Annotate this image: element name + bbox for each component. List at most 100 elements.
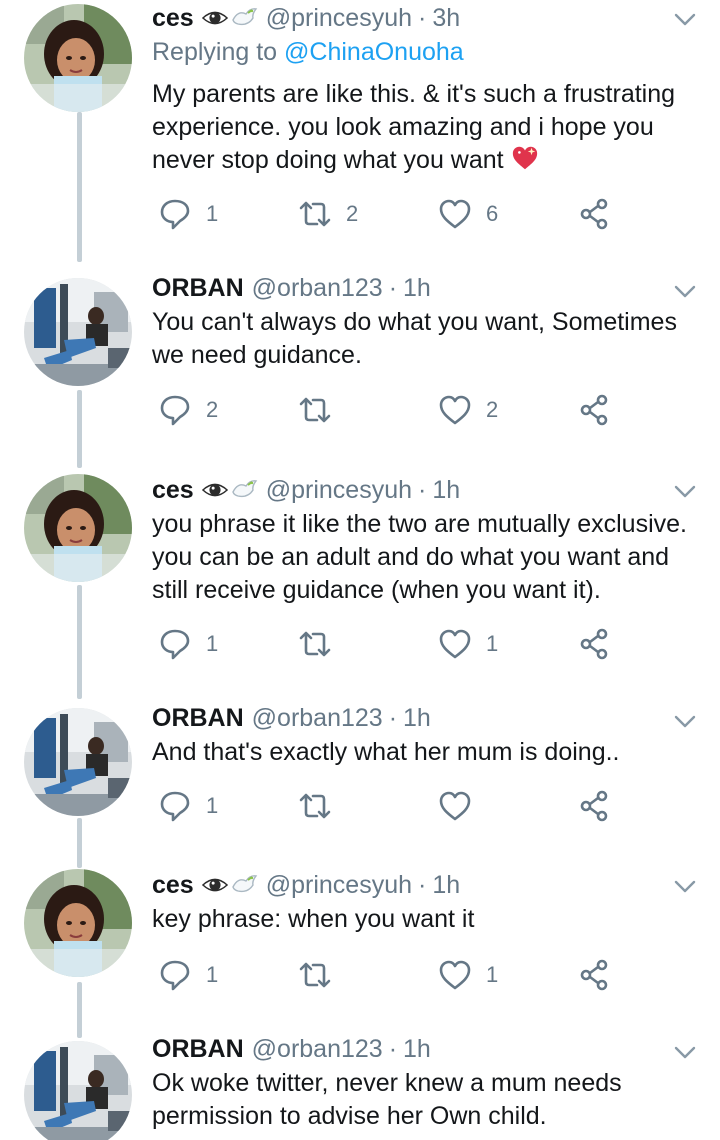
handle[interactable]: @orban123: [252, 704, 383, 733]
dove-icon: [230, 6, 258, 30]
tweet-actions: 1 1: [152, 955, 622, 995]
timestamp[interactable]: 1h: [432, 476, 460, 505]
share-button[interactable]: [578, 624, 612, 664]
avatar[interactable]: [24, 708, 132, 816]
tweet-actions: 1: [152, 786, 622, 826]
replying-to: Replying to @ChinaOnuoha: [152, 38, 464, 66]
reply-icon: [158, 789, 192, 823]
reply-button[interactable]: 1: [158, 786, 218, 826]
timestamp[interactable]: 1h: [432, 871, 460, 900]
retweet-icon: [298, 393, 332, 427]
handle[interactable]: @orban123: [252, 274, 383, 303]
tweet[interactable]: ORBAN @orban123 · 1h And that's exactly …: [0, 692, 720, 857]
heart-icon: [438, 789, 472, 823]
timestamp[interactable]: 1h: [403, 1035, 431, 1064]
reply-button[interactable]: 1: [158, 624, 218, 664]
eye-icon: [202, 480, 228, 500]
handle[interactable]: @princesyuh: [266, 4, 412, 33]
tweet-header: ORBAN @orban123 · 1h: [152, 702, 431, 734]
timestamp[interactable]: 1h: [403, 274, 431, 303]
avatar[interactable]: [24, 869, 132, 977]
tweet-actions: 1 2 6: [152, 194, 622, 234]
tweet-header: ORBAN @orban123 · 1h: [152, 1033, 431, 1065]
display-name[interactable]: ces: [152, 871, 194, 900]
like-button[interactable]: [438, 786, 486, 826]
eye-icon: [202, 875, 228, 895]
retweet-button[interactable]: [298, 955, 346, 995]
display-name[interactable]: ORBAN: [152, 274, 244, 303]
chevron-down-icon[interactable]: [672, 478, 698, 504]
tweet[interactable]: ces @princesyuh · 3h Replying to @ChinaO…: [0, 0, 720, 262]
heart-icon: [438, 197, 472, 231]
sparkling-heart-icon: [511, 144, 539, 172]
reply-button[interactable]: 1: [158, 194, 218, 234]
separator-dot: ·: [418, 475, 427, 504]
tweet-text: And that's exactly what her mum is doing…: [152, 738, 620, 766]
display-name[interactable]: ces: [152, 476, 194, 505]
tweet[interactable]: ces @princesyuh · 1h you phrase it like …: [0, 462, 720, 692]
tweet[interactable]: ORBAN @orban123 · 1h You can't always do…: [0, 262, 720, 462]
share-button[interactable]: [578, 194, 612, 234]
handle[interactable]: @princesyuh: [266, 871, 412, 900]
share-icon: [578, 197, 612, 231]
share-icon: [578, 627, 612, 661]
share-button[interactable]: [578, 786, 612, 826]
handle[interactable]: @princesyuh: [266, 476, 412, 505]
heart-icon: [438, 393, 472, 427]
tweet-header: ORBAN @orban123 · 1h: [152, 272, 431, 304]
tweet-text: My parents are like this. & it's such a …: [152, 80, 676, 174]
chevron-down-icon[interactable]: [672, 1039, 698, 1065]
retweet-button[interactable]: [298, 390, 346, 430]
retweet-button[interactable]: 2: [298, 194, 358, 234]
dove-icon: [230, 478, 258, 502]
tweet-text: you phrase it like the two are mutually …: [152, 510, 687, 604]
tweet-actions: 1 1: [152, 624, 622, 664]
heart-icon: [438, 958, 472, 992]
like-button[interactable]: 1: [438, 624, 498, 664]
chevron-down-icon[interactable]: [672, 708, 698, 734]
retweet-button[interactable]: [298, 786, 346, 826]
avatar[interactable]: [24, 474, 132, 582]
tweet-text: You can't always do what you want, Somet…: [152, 308, 677, 369]
like-button[interactable]: 6: [438, 194, 498, 234]
retweet-button[interactable]: [298, 624, 346, 664]
tweet-actions: 2 2: [152, 390, 622, 430]
chevron-down-icon[interactable]: [672, 6, 698, 32]
like-button[interactable]: 1: [438, 955, 498, 995]
tweet[interactable]: ORBAN @orban123 · 1h Ok woke twitter, ne…: [0, 1027, 720, 1140]
share-icon: [578, 958, 612, 992]
reply-icon: [158, 958, 192, 992]
tweet-header: ces @princesyuh · 1h: [152, 869, 460, 901]
avatar[interactable]: [24, 278, 132, 386]
timestamp[interactable]: 3h: [432, 4, 460, 33]
like-button[interactable]: 2: [438, 390, 498, 430]
eye-icon: [202, 8, 228, 28]
reply-icon: [158, 197, 192, 231]
chevron-down-icon[interactable]: [672, 873, 698, 899]
display-name[interactable]: ORBAN: [152, 1035, 244, 1064]
separator-dot: ·: [418, 870, 427, 899]
handle[interactable]: @orban123: [252, 1035, 383, 1064]
heart-icon: [438, 627, 472, 661]
tweet-header: ces @princesyuh · 3h: [152, 2, 460, 34]
share-button[interactable]: [578, 955, 612, 995]
retweet-icon: [298, 958, 332, 992]
separator-dot: ·: [388, 273, 398, 302]
share-button[interactable]: [578, 390, 612, 430]
display-name[interactable]: ces: [152, 4, 194, 33]
display-name[interactable]: ORBAN: [152, 704, 244, 733]
separator-dot: ·: [388, 1034, 398, 1063]
reply-icon: [158, 393, 192, 427]
timestamp[interactable]: 1h: [403, 704, 431, 733]
reply-button[interactable]: 2: [158, 390, 218, 430]
chevron-down-icon[interactable]: [672, 278, 698, 304]
mention-link[interactable]: @ChinaOnuoha: [284, 38, 464, 66]
tweet[interactable]: ces @princesyuh · 1h key phrase: when yo…: [0, 857, 720, 1027]
tweet-text: key phrase: when you want it: [152, 905, 475, 933]
reply-button[interactable]: 1: [158, 955, 218, 995]
retweet-icon: [298, 789, 332, 823]
avatar[interactable]: [24, 4, 132, 112]
tweet-text: Ok woke twitter, never knew a mum needs …: [152, 1069, 622, 1130]
avatar[interactable]: [24, 1041, 132, 1140]
dove-icon: [230, 873, 258, 897]
